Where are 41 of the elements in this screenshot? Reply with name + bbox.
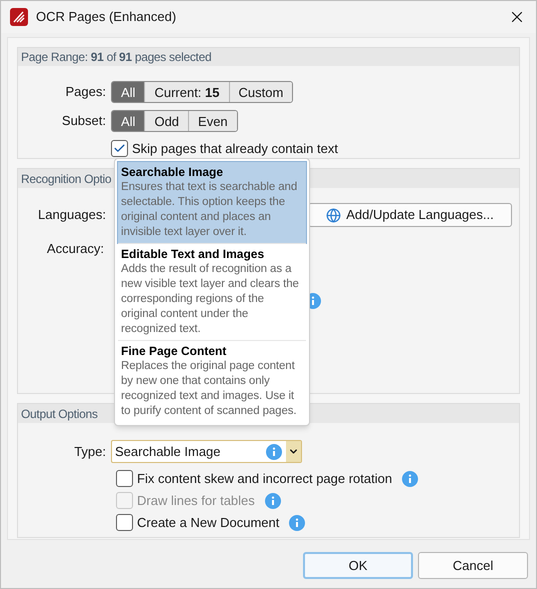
group-title: Page Range: 91 of 91 pages selected bbox=[21, 49, 212, 66]
item-description: Replaces the original page content by new one that contains only recognized text and images. Use it to purify content of scanned pages. bbox=[121, 359, 298, 419]
dialog-button[interactable]: Cancel bbox=[418, 552, 528, 579]
add-languages-button[interactable]: Add/Update Languages... bbox=[308, 203, 512, 227]
checkbox[interactable] bbox=[111, 140, 128, 158]
dialog-button[interactable]: OK bbox=[303, 552, 413, 579]
checkbox-label: Create a New Document bbox=[137, 514, 280, 532]
dropdown-item[interactable]: Fine Page Content Replaces the original page content by new one that contains only recognized text and images. Use it to purify content of scanned pages. bbox=[118, 340, 306, 422]
segment-button[interactable]: Custom bbox=[228, 82, 292, 102]
group-title: Output Options bbox=[21, 406, 98, 422]
checkbox[interactable] bbox=[116, 470, 133, 487]
info-icon[interactable] bbox=[289, 514, 306, 530]
combo-value: Searchable Image bbox=[114, 442, 222, 461]
field-label: Type: bbox=[73, 442, 107, 461]
dropdown-item[interactable]: Searchable Image Ensures that text is searchable and selectable. This option keeps the original content and places an invisible text layer over it. bbox=[118, 162, 306, 243]
checkbox-label: Draw lines for tables bbox=[137, 492, 255, 510]
item-title: Editable Text and Images bbox=[121, 246, 266, 262]
type-combo-box[interactable]: Searchable Image bbox=[111, 440, 302, 463]
dropdown-item[interactable]: Editable Text and Images Adds the result of recognition as a new visible text layer and clears the corresponding regions of the original content under the recognized text. bbox=[118, 243, 306, 340]
item-title: Fine Page Content bbox=[121, 343, 228, 359]
checkbox-label: Fix content skew and incorrect page rotation bbox=[137, 470, 392, 488]
field-label: Languages: bbox=[37, 206, 107, 224]
segment-button[interactable]: Odd bbox=[144, 111, 188, 131]
checkbox-label: Skip pages that already contain text bbox=[132, 140, 338, 158]
group-title: Recognition Optio bbox=[21, 170, 112, 188]
field-label: Pages: bbox=[64, 83, 107, 102]
info-icon[interactable] bbox=[402, 470, 418, 486]
item-description: Adds the result of recognition as a new visible text layer and clears the corresponding regions of the original content under the recognized text. bbox=[121, 262, 300, 337]
checkbox[interactable] bbox=[116, 514, 133, 531]
app-logo-icon bbox=[10, 8, 28, 26]
globe-icon bbox=[326, 208, 342, 222]
window-title: OCR Pages (Enhanced) bbox=[36, 8, 176, 26]
segment-button[interactable]: Even bbox=[188, 111, 237, 131]
field-label: Subset: bbox=[60, 112, 107, 130]
segment-button[interactable]: All bbox=[112, 82, 144, 102]
info-icon[interactable] bbox=[264, 492, 281, 508]
item-title: Searchable Image bbox=[121, 164, 224, 180]
segment-button[interactable]: All bbox=[112, 111, 144, 131]
item-description: Ensures that text is searchable and selectable. This option keeps the original content and places an invisible text layer over it. bbox=[121, 180, 298, 240]
segment-button[interactable]: Current: 15 bbox=[144, 82, 228, 102]
field-label: Accuracy: bbox=[46, 240, 105, 258]
